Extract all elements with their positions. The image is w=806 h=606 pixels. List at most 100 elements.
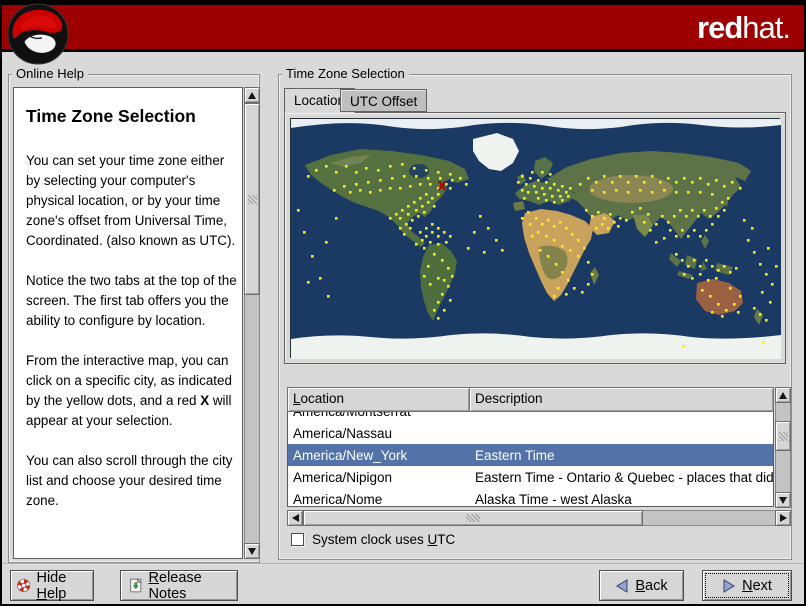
- city-dot[interactable]: [395, 213, 398, 216]
- timezone-row[interactable]: America/New_York Eastern Time: [288, 444, 773, 466]
- city-dot[interactable]: [553, 295, 556, 298]
- city-dot[interactable]: [639, 189, 642, 192]
- city-dot[interactable]: [541, 187, 544, 190]
- city-dot[interactable]: [413, 167, 416, 170]
- city-dot[interactable]: [611, 181, 614, 184]
- city-dot[interactable]: [639, 207, 642, 210]
- city-dot[interactable]: [731, 181, 734, 184]
- city-dot[interactable]: [771, 283, 774, 286]
- city-dot[interactable]: [425, 193, 428, 196]
- city-dot[interactable]: [535, 191, 538, 194]
- table-vertical-scrollbar[interactable]: [775, 387, 791, 508]
- city-dot[interactable]: [433, 205, 436, 208]
- city-dot[interactable]: [715, 277, 718, 280]
- city-dot[interactable]: [557, 287, 560, 290]
- city-dot[interactable]: [717, 303, 720, 306]
- city-dot[interactable]: [659, 181, 662, 184]
- city-dot[interactable]: [737, 311, 740, 314]
- city-dot[interactable]: [705, 229, 708, 232]
- city-dot[interactable]: [403, 175, 406, 178]
- city-dot[interactable]: [355, 183, 358, 186]
- city-dot[interactable]: [429, 183, 432, 186]
- city-dot[interactable]: [389, 217, 392, 220]
- city-dot[interactable]: [559, 221, 562, 224]
- city-dot[interactable]: [437, 193, 440, 196]
- city-dot[interactable]: [597, 211, 600, 214]
- city-dot[interactable]: [603, 191, 606, 194]
- system-clock-utc-checkbox[interactable]: [291, 533, 304, 546]
- city-dot[interactable]: [673, 215, 676, 218]
- city-dot[interactable]: [437, 301, 440, 304]
- city-dot[interactable]: [545, 181, 548, 184]
- city-dot[interactable]: [733, 303, 736, 306]
- city-dot[interactable]: [687, 191, 690, 194]
- city-dot[interactable]: [531, 171, 534, 174]
- city-dot[interactable]: [617, 225, 620, 228]
- help-scroll-up-button[interactable]: [244, 87, 260, 103]
- city-dot[interactable]: [615, 189, 618, 192]
- city-dot[interactable]: [335, 171, 338, 174]
- city-dot[interactable]: [437, 227, 440, 230]
- city-dot[interactable]: [561, 185, 564, 188]
- city-dot[interactable]: [325, 165, 328, 168]
- city-dot[interactable]: [365, 167, 368, 170]
- city-dot[interactable]: [425, 227, 428, 230]
- city-dot[interactable]: [553, 201, 556, 204]
- city-dot[interactable]: [487, 227, 490, 230]
- city-dot[interactable]: [675, 181, 678, 184]
- city-dot[interactable]: [663, 189, 666, 192]
- help-scroll-down-button[interactable]: [244, 543, 260, 559]
- city-dot[interactable]: [691, 209, 694, 212]
- city-dot[interactable]: [769, 301, 772, 304]
- city-dot[interactable]: [405, 223, 408, 226]
- city-dot[interactable]: [711, 223, 714, 226]
- city-dot[interactable]: [739, 295, 742, 298]
- city-dot[interactable]: [553, 225, 556, 228]
- city-dot[interactable]: [565, 293, 568, 296]
- city-dot[interactable]: [417, 215, 420, 218]
- release-notes-button[interactable]: Release Notes: [120, 570, 238, 602]
- city-dot[interactable]: [631, 211, 634, 214]
- city-dot[interactable]: [687, 265, 690, 268]
- city-dot[interactable]: [559, 195, 562, 198]
- city-dot[interactable]: [705, 259, 708, 262]
- city-dot[interactable]: [369, 191, 372, 194]
- city-dot[interactable]: [437, 235, 440, 238]
- city-dot[interactable]: [447, 267, 450, 270]
- city-dot[interactable]: [415, 209, 418, 212]
- city-dot[interactable]: [327, 295, 330, 298]
- column-header-location[interactable]: Location: [287, 387, 470, 412]
- city-dot[interactable]: [603, 175, 606, 178]
- city-dot[interactable]: [601, 223, 604, 226]
- city-dot[interactable]: [627, 191, 630, 194]
- city-dot[interactable]: [591, 215, 594, 218]
- city-dot[interactable]: [517, 181, 520, 184]
- city-dot[interactable]: [643, 221, 646, 224]
- city-dot[interactable]: [403, 233, 406, 236]
- city-dot[interactable]: [585, 209, 588, 212]
- city-dot[interactable]: [707, 183, 710, 186]
- city-dot[interactable]: [335, 217, 338, 220]
- city-dot[interactable]: [765, 319, 768, 322]
- city-dot[interactable]: [425, 169, 428, 172]
- city-dot[interactable]: [459, 177, 462, 180]
- hide-help-button[interactable]: Hide Help: [10, 570, 94, 602]
- city-dot[interactable]: [443, 309, 446, 312]
- city-dot[interactable]: [591, 273, 594, 276]
- city-dot[interactable]: [579, 183, 582, 186]
- city-dot[interactable]: [711, 193, 714, 196]
- city-dot[interactable]: [433, 309, 436, 312]
- city-dot[interactable]: [551, 195, 554, 198]
- city-dot[interactable]: [743, 219, 746, 222]
- back-button[interactable]: Back: [599, 570, 684, 601]
- city-dot[interactable]: [561, 271, 564, 274]
- city-dot[interactable]: [527, 211, 530, 214]
- city-dot[interactable]: [521, 217, 524, 220]
- city-dot[interactable]: [703, 209, 706, 212]
- city-dot[interactable]: [437, 171, 440, 174]
- city-dot[interactable]: [297, 209, 300, 212]
- city-dot[interactable]: [603, 217, 606, 220]
- city-dot[interactable]: [587, 261, 590, 264]
- city-dot[interactable]: [451, 179, 454, 182]
- help-scrollbar[interactable]: [244, 87, 260, 559]
